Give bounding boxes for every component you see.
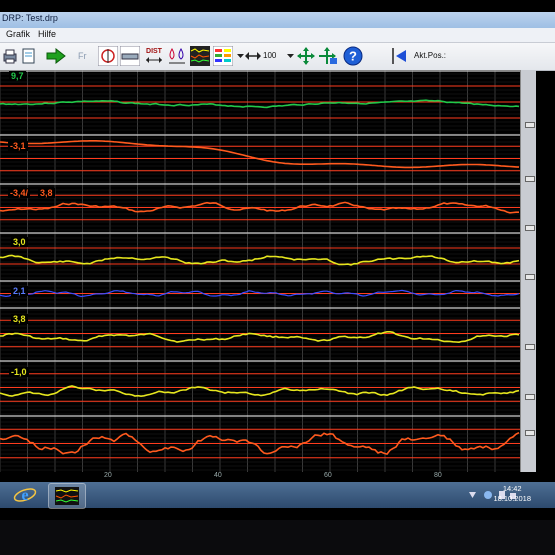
move-fine-icon [319, 47, 337, 64]
slider-thumb[interactable] [525, 176, 535, 182]
channel-1-value: 9,7 [9, 71, 26, 81]
internet-explorer-icon: e [13, 487, 37, 504]
ie-taskbar-button[interactable]: e [12, 484, 38, 506]
slider-thumb[interactable] [525, 394, 535, 400]
x-tick-label: 80 [434, 472, 442, 479]
position-label: Akt.Pos.: [414, 51, 447, 60]
chevron-down-icon [236, 54, 244, 58]
slider-thumb[interactable] [525, 274, 535, 280]
x-tick-label: 20 [104, 472, 112, 479]
multi-trace-button[interactable] [190, 46, 210, 66]
clock-date: 18.10.2018 [493, 494, 531, 503]
toolbar: Fr DIST 100 ? Akt.Pos.: [0, 43, 555, 71]
channel-7-value: -1,0 [9, 367, 29, 377]
dist-arrows-icon [146, 56, 162, 63]
distance-button[interactable]: DIST [143, 46, 165, 66]
arrow-right-icon [46, 48, 66, 64]
channel-4-value: 3,0 [11, 237, 28, 247]
channel-3-value-2: 3,8 [38, 188, 55, 198]
slider-thumb[interactable] [525, 344, 535, 350]
cursor-position-icon [392, 48, 406, 64]
slider-thumb[interactable] [525, 122, 535, 128]
trace-view-button[interactable] [213, 46, 233, 66]
drops-button[interactable] [167, 46, 187, 66]
taskbar: e 14:42 18.10.2018 [0, 482, 555, 509]
position-cursor-button[interactable] [388, 46, 408, 66]
channel-6-value: 3,8 [11, 314, 28, 324]
channel-5-value: 2,1 [11, 286, 28, 296]
fr-button[interactable]: Fr [78, 51, 87, 61]
monitor-screen: DRP: Test.drp Grafik Hilfe Fr DIST 100 ?… [0, 0, 555, 520]
drops-icon [169, 47, 185, 64]
signal-trace [0, 254, 520, 266]
print-button[interactable] [2, 46, 18, 66]
drp-taskbar-button[interactable] [48, 483, 86, 509]
zoom-dropdown[interactable] [286, 46, 294, 66]
x-axis: 20 40 60 80 [0, 472, 520, 482]
channel-2-value: -3,1 [8, 141, 28, 151]
trace-bars-icon [213, 46, 233, 66]
title-bar: DRP: Test.drp [0, 12, 555, 28]
double-arrow-horizontal-icon [245, 52, 261, 60]
page-preview-button[interactable] [22, 46, 36, 66]
next-button[interactable] [46, 46, 66, 66]
marker-button[interactable] [98, 46, 118, 66]
signal-trace [0, 99, 520, 109]
zoom-width-button[interactable] [244, 46, 262, 66]
dist-label: DIST [146, 47, 162, 55]
page-icon [22, 48, 35, 63]
channel-sliders [520, 70, 536, 472]
traces-plot[interactable] [0, 70, 520, 472]
ruler-button[interactable] [120, 46, 140, 66]
trace-view-dropdown[interactable] [236, 46, 244, 66]
x-tick-label: 40 [214, 472, 222, 479]
clock-time: 14:42 [502, 484, 522, 493]
window-title: DRP: Test.drp [2, 13, 58, 23]
chart-area[interactable]: 9,7 -3,1 -3,4/ 3,8 3,0 2,1 3,8 -1,0 [0, 70, 520, 472]
slider-thumb[interactable] [525, 225, 535, 231]
x-tick-label: 60 [324, 472, 332, 479]
move-cross-icon [297, 47, 315, 65]
help-icon: ? [343, 46, 363, 66]
printer-icon [3, 49, 17, 64]
channel-3-value: -3,4/ [8, 188, 31, 198]
menu-bar: Grafik Hilfe [0, 28, 555, 43]
svg-text:e: e [21, 487, 28, 504]
move-fine-button[interactable] [318, 46, 338, 66]
marker-circle-icon [98, 46, 118, 66]
svg-text:?: ? [349, 49, 357, 64]
move-button[interactable] [297, 46, 315, 66]
chevron-down-icon [286, 54, 294, 58]
menu-grafik[interactable]: Grafik [6, 29, 30, 39]
zoom-value[interactable]: 100 [263, 51, 276, 60]
clock[interactable]: 14:42 18.10.2018 [493, 484, 531, 504]
help-button[interactable]: ? [343, 46, 363, 66]
slider-thumb[interactable] [525, 430, 535, 436]
menu-hilfe[interactable]: Hilfe [38, 29, 56, 39]
ruler-icon [120, 46, 140, 66]
multi-trace-icon [55, 487, 79, 505]
multi-trace-icon [190, 46, 210, 66]
